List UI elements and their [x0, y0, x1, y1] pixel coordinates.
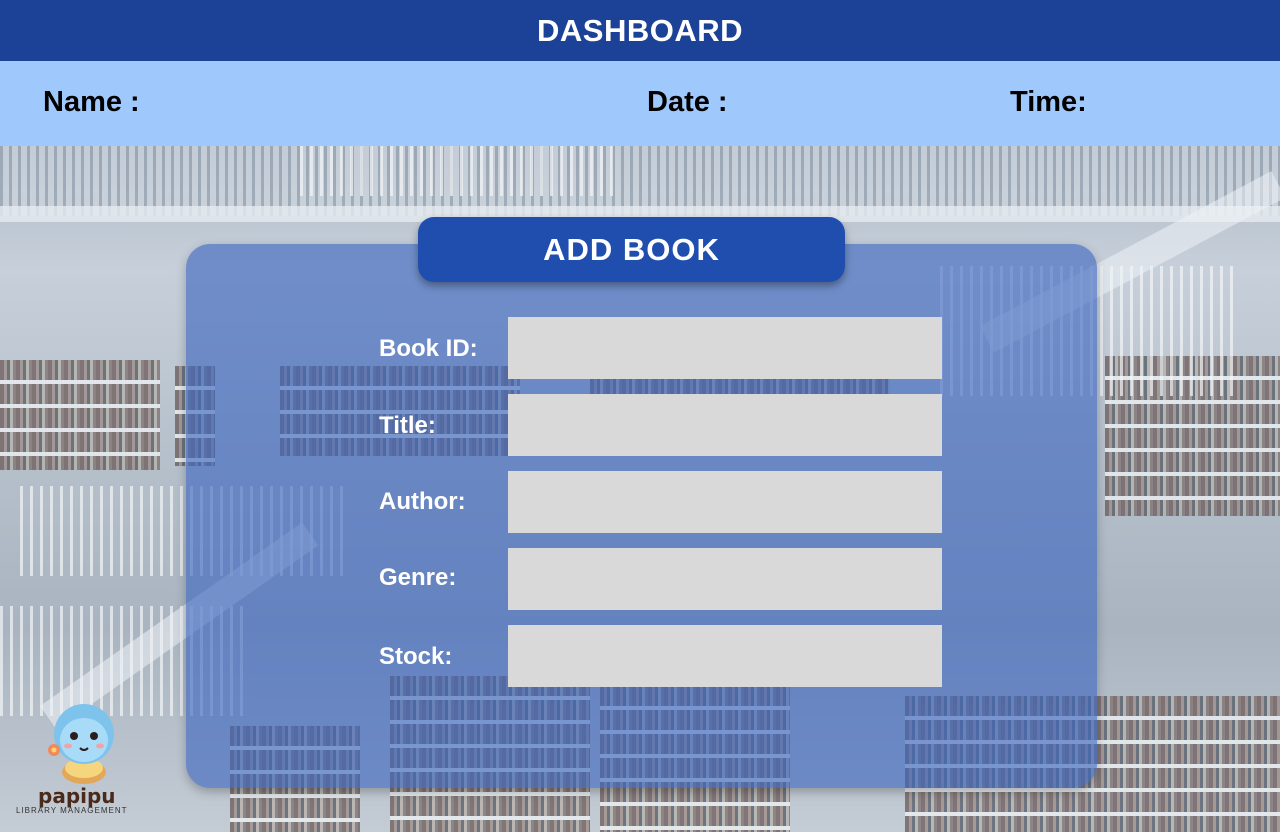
- turtle-mascot-icon: [48, 704, 114, 784]
- stock-input[interactable]: [508, 625, 942, 687]
- author-input[interactable]: [508, 471, 942, 533]
- page-title: DASHBOARD: [537, 12, 743, 48]
- date-label: Date :: [647, 86, 728, 118]
- book-id-label: Book ID:: [379, 335, 478, 362]
- add-book-title-badge: ADD BOOK: [418, 217, 845, 282]
- add-book-title: ADD BOOK: [543, 231, 720, 267]
- papipu-logo: papipu LIBRARY MANAGEMENT: [14, 700, 154, 820]
- stock-label: Stock:: [379, 643, 453, 670]
- genre-input[interactable]: [508, 548, 942, 610]
- book-id-input[interactable]: [508, 317, 942, 379]
- time-label: Time:: [1010, 86, 1087, 118]
- title-input[interactable]: [508, 394, 942, 456]
- top-header-bar: DASHBOARD: [0, 0, 1280, 61]
- title-label: Title:: [379, 412, 436, 439]
- logo-tagline: LIBRARY MANAGEMENT: [16, 806, 128, 815]
- genre-label: Genre:: [379, 564, 457, 591]
- author-label: Author:: [379, 488, 466, 515]
- name-label: Name :: [43, 86, 140, 118]
- info-bar: Name : Date : Time:: [0, 61, 1280, 146]
- logo-brand-text: papipu: [38, 784, 116, 808]
